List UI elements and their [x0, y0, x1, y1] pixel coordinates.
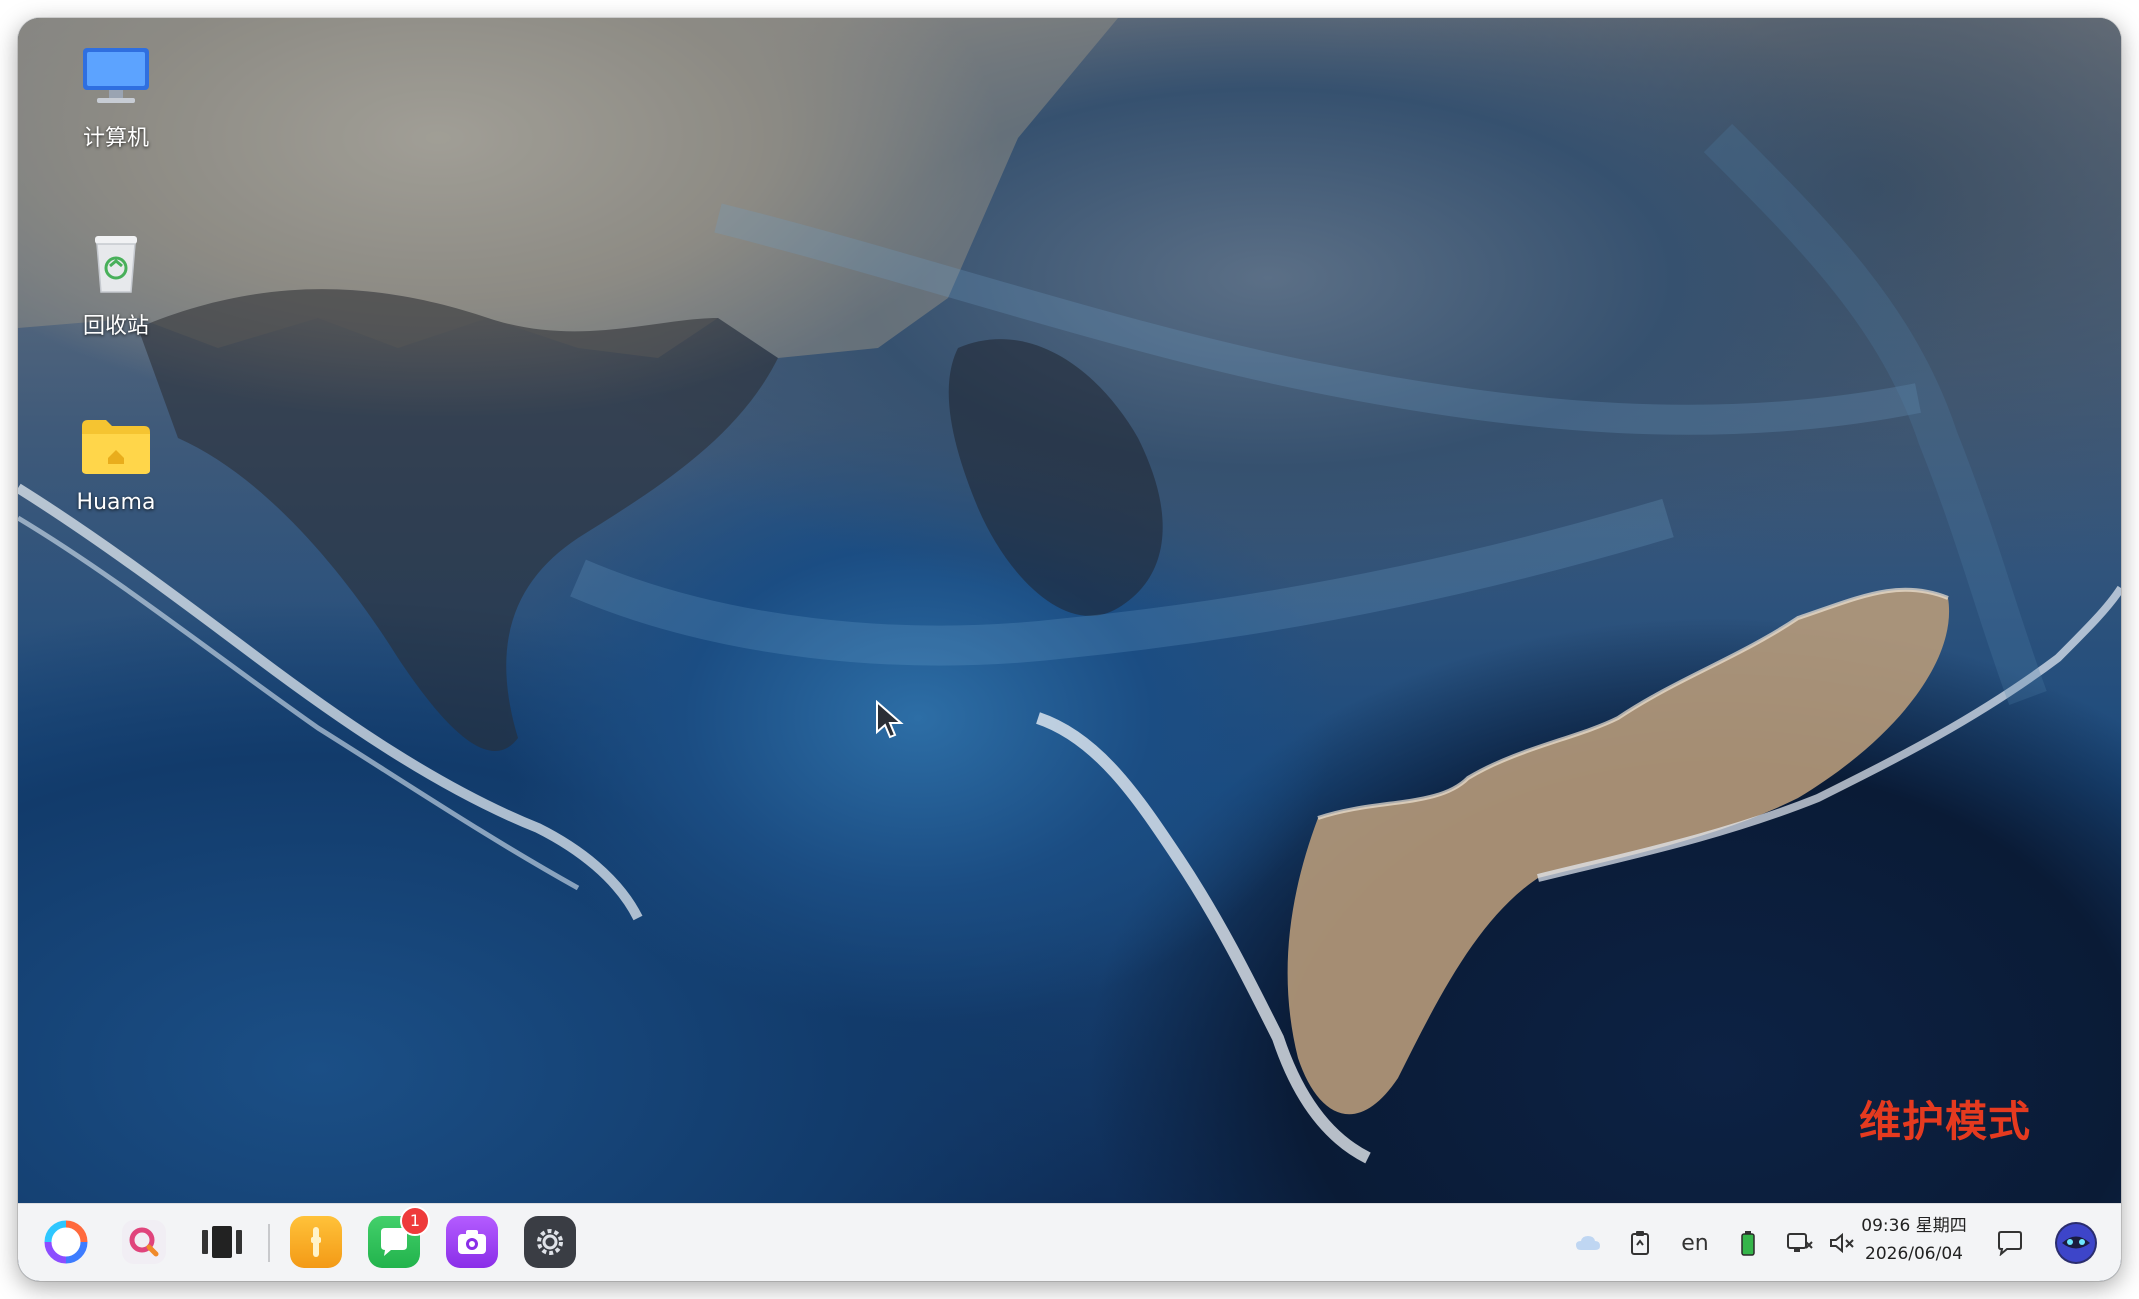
tray-battery[interactable] — [1728, 1204, 1768, 1281]
clock-time: 09:36 星期四 — [1861, 1216, 1967, 1236]
search-icon — [122, 1220, 166, 1264]
tray-clipboard[interactable] — [1620, 1204, 1660, 1281]
tray-network[interactable] — [1780, 1204, 1820, 1281]
tray-input-method[interactable]: en — [1670, 1204, 1720, 1281]
tray-notification-center[interactable] — [1990, 1204, 2030, 1281]
clipboard-icon — [1631, 1231, 1649, 1255]
desktop-icon-computer[interactable]: 计算机 — [56, 44, 176, 152]
mouse-pointer-icon — [876, 700, 904, 739]
desktop-window: 计算机 回收站 Huama 维护模式 1 en 09:36 星期四 2026/0… — [18, 18, 2121, 1281]
camera-icon — [458, 1230, 486, 1254]
tray-cloud[interactable] — [1568, 1204, 1608, 1281]
taskbar-multitask-view[interactable] — [196, 1216, 248, 1268]
taskbar-app-camera[interactable] — [446, 1216, 498, 1268]
gear-icon — [537, 1229, 563, 1255]
desktop-icon-trash[interactable]: 回收站 — [56, 230, 176, 340]
desktop-icon-label: Huama — [76, 490, 156, 515]
assistant-icon — [2055, 1222, 2097, 1264]
network-disconnected-icon — [1787, 1233, 1813, 1252]
maintenance-mode-watermark: 维护模式 — [1858, 1097, 2031, 1146]
desktop-icon-label: 计算机 — [82, 126, 149, 151]
volume-muted-icon — [1830, 1232, 1854, 1254]
recycle-bin-icon — [95, 236, 137, 293]
computer-icon — [83, 48, 149, 103]
taskbar-app-search[interactable] — [118, 1216, 170, 1268]
message-icon — [1998, 1231, 2022, 1256]
taskbar-app-chat[interactable]: 1 — [368, 1206, 430, 1268]
file-manager-icon — [311, 1227, 321, 1257]
clock-date: 2026/06/04 — [1865, 1244, 1963, 1264]
taskbar-app-launcher[interactable] — [40, 1216, 92, 1268]
folder-icon — [82, 420, 150, 474]
notification-badge: 1 — [400, 1206, 430, 1236]
cloud-icon — [1576, 1236, 1600, 1250]
wallpaper-art — [18, 18, 2121, 1164]
desktop-icon-home-folder[interactable]: Huama — [56, 416, 176, 515]
taskbar-app-settings[interactable] — [524, 1216, 576, 1268]
desktop-wallpaper[interactable] — [18, 18, 2121, 1203]
taskbar: 1 en 09:36 星期四 2026/06/04 — [18, 1203, 2121, 1281]
tray-clock[interactable]: 09:36 星期四 2026/06/04 — [1854, 1212, 1974, 1268]
multitask-view-icon — [202, 1226, 242, 1258]
tray-assistant[interactable] — [2048, 1204, 2104, 1281]
battery-icon — [1741, 1231, 1755, 1256]
desktop-icon-label: 回收站 — [82, 314, 149, 339]
taskbar-app-file-manager[interactable] — [290, 1216, 342, 1268]
taskbar-separator — [268, 1224, 270, 1262]
launcher-icon — [44, 1220, 88, 1264]
